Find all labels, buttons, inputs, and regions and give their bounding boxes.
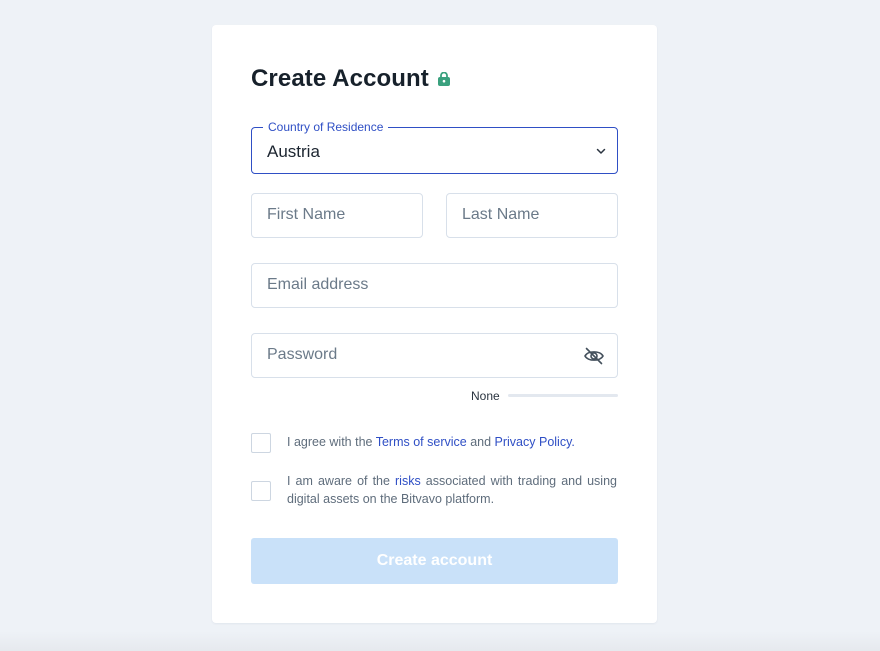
- create-account-button[interactable]: Create account: [251, 538, 618, 584]
- signup-card: Create Account Country of Residence Aust…: [212, 25, 657, 623]
- terms-text-middle: and: [466, 435, 495, 449]
- first-name-field-container: [251, 193, 423, 238]
- title-row: Create Account: [251, 65, 451, 93]
- password-input[interactable]: [267, 346, 572, 364]
- eye-off-icon[interactable]: [583, 346, 605, 366]
- email-field-container: [251, 263, 618, 308]
- terms-text-suffix: .: [571, 435, 575, 449]
- risks-checkbox-row: I am aware of the risks associated with …: [251, 473, 617, 508]
- footer-shade: [0, 631, 880, 651]
- terms-text-prefix: I agree with the: [287, 435, 376, 449]
- password-strength-bar: [508, 394, 618, 397]
- terms-checkbox[interactable]: [251, 433, 271, 453]
- password-field-container: [251, 333, 618, 378]
- page-title: Create Account: [251, 65, 429, 92]
- risks-text-prefix: I am aware of the: [287, 474, 396, 488]
- terms-of-service-link[interactable]: Terms of service: [376, 435, 467, 449]
- last-name-field-container: [446, 193, 618, 238]
- lock-icon: [437, 72, 451, 86]
- password-strength-label: None: [471, 389, 500, 403]
- country-select-label: Country of Residence: [263, 120, 389, 134]
- terms-checkbox-row: I agree with the Terms of service and Pr…: [251, 433, 575, 453]
- first-name-input[interactable]: [267, 206, 377, 224]
- risks-checkbox[interactable]: [251, 481, 271, 501]
- country-select-value: Austria: [267, 142, 320, 161]
- terms-text: I agree with the Terms of service and Pr…: [287, 434, 575, 452]
- privacy-policy-link[interactable]: Privacy Policy: [495, 435, 572, 449]
- risks-link[interactable]: risks: [395, 474, 421, 488]
- last-name-input[interactable]: [462, 206, 572, 224]
- risks-text: I am aware of the risks associated with …: [287, 473, 617, 508]
- email-input[interactable]: [267, 276, 572, 294]
- country-select[interactable]: Country of Residence Austria: [251, 120, 618, 174]
- chevron-down-icon: [596, 148, 606, 154]
